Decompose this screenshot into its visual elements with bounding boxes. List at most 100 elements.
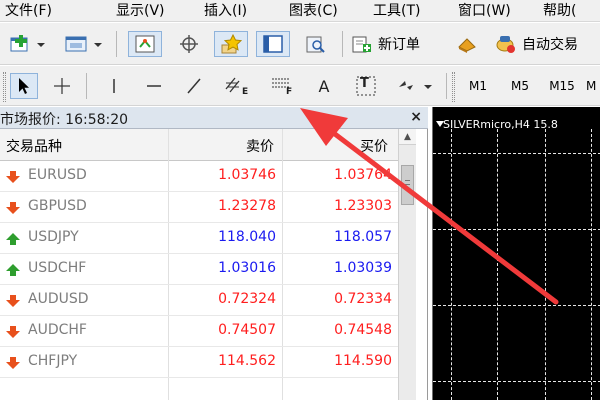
new-chart-icon [10,35,45,52]
price-up-arrow-icon [6,233,20,245]
price-down-arrow-icon [6,357,20,369]
navigator-button[interactable] [214,31,248,57]
timeframe-m15[interactable]: M15 [544,73,580,99]
symbol-name: AUDCHF [28,322,87,338]
column-header-bid[interactable]: 卖价 [246,136,274,156]
market-watch-button[interactable] [128,31,162,57]
horizontal-line-icon [147,85,161,87]
ask-price: 118.057 [334,229,392,245]
menu-bar: 文件(F) 显示(V) 插入(I) 图表(C) 工具(T) 窗口(W) 帮助( [0,0,600,22]
symbol-name: USDJPY [28,229,79,245]
data-window-button[interactable] [172,31,206,57]
cursor-arrow-icon [19,78,29,94]
chart-grid-line [591,129,592,400]
symbol-name: AUDUSD [28,291,89,307]
profiles-button[interactable] [62,31,106,57]
arrows-dropdown-button[interactable] [392,73,436,99]
bid-price: 1.03746 [218,167,276,183]
auto-trading-button[interactable]: 自动交易 [494,31,600,57]
crosshair-icon [54,78,70,94]
scroll-thumb[interactable] [401,165,414,205]
metaeditor-button[interactable] [452,31,482,57]
new-order-icon [352,36,371,53]
toolbar-separator [342,31,343,57]
bid-price: 1.03016 [218,260,276,276]
fibonacci-button[interactable]: F [266,73,296,99]
market-watch-icon [135,35,155,53]
cursor-tool-button[interactable] [10,73,38,99]
bid-price: 0.72324 [218,291,276,307]
column-header-ask[interactable]: 买价 [360,136,388,156]
chart-grid-line [433,305,600,306]
new-chart-button[interactable] [6,31,48,57]
crosshair-target-icon [180,35,198,53]
new-order-button[interactable]: 新订单 [350,31,440,57]
text-label-glyph: T [360,76,369,91]
chart-grid-line [451,129,452,400]
horizontal-line-button[interactable] [140,73,168,99]
strategy-tester-button[interactable] [298,31,332,57]
menu-file[interactable]: 文件(F) [5,1,52,21]
menu-window[interactable]: 窗口(W) [458,1,511,21]
profiles-icon [65,36,102,52]
menu-tools[interactable]: 工具(T) [373,1,420,21]
price-down-arrow-icon [6,202,20,214]
price-up-arrow-icon [6,264,20,276]
chart-window[interactable]: SILVERmicro,H4 15.8 [432,107,600,400]
column-header-symbol[interactable]: 交易品种 [6,136,62,156]
text-tool-button[interactable]: A [310,73,338,99]
menu-view[interactable]: 显示(V) [116,1,165,21]
toolbar-separator [446,73,447,99]
table-row[interactable]: CHFJPY 114.562 114.590 [0,347,398,378]
crosshair-tool-button[interactable] [48,73,76,99]
table-row[interactable]: AUDCHF 0.74507 0.74548 [0,316,398,347]
close-icon[interactable]: × [410,109,422,125]
menu-help[interactable]: 帮助( [543,1,576,21]
market-watch-header: 交易品种 卖价 买价 [0,129,398,161]
timeframe-m5[interactable]: M5 [502,73,538,99]
terminal-button[interactable] [256,31,290,57]
line-studies-toolbar: E F A T M1 M5 M15 M [0,66,600,106]
menu-insert[interactable]: 插入(I) [204,1,247,21]
auto-trading-label: 自动交易 [522,37,578,53]
market-watch-titlebar: 市场报价: 16:58:20 × [0,107,428,129]
bid-price: 0.74507 [218,322,276,338]
fibonacci-tool-suffix: F [286,87,293,97]
trendline-button[interactable] [180,73,208,99]
timeframe-m1[interactable]: M1 [460,73,496,99]
chart-grid-line [433,229,600,230]
table-row[interactable]: EURUSD 1.03746 1.03764 [0,161,398,192]
terminal-window-icon [263,35,283,53]
menu-charts[interactable]: 图表(C) [289,1,338,21]
chart-grid-line [433,153,600,154]
timeframe-m30[interactable]: M [586,73,600,99]
table-row[interactable]: USDJPY 118.040 118.057 [0,223,398,254]
toolbar-grip[interactable] [3,72,6,102]
market-watch-title: 市场报价: 16:58:20 [0,112,129,128]
navigator-star-icon [221,33,243,54]
toolbar-separator [86,73,87,99]
vertical-line-button[interactable] [100,73,128,99]
metaeditor-icon [458,38,476,53]
market-watch-scrollbar[interactable]: ▲ [398,129,416,400]
symbol-name: EURUSD [28,167,87,183]
toolbar-grip[interactable] [452,72,455,102]
table-row[interactable]: GBPUSD 1.23278 1.23303 [0,192,398,223]
chart-grid-line [497,129,498,400]
chart-grid-line [433,381,600,382]
ask-price: 1.23303 [334,198,392,214]
channel-tool-suffix: E [242,87,249,97]
symbol-name: GBPUSD [28,198,87,214]
price-down-arrow-icon [6,295,20,307]
chart-title: SILVERmicro,H4 15.8 [443,118,558,131]
bid-price: 1.23278 [218,198,276,214]
ask-price: 0.74548 [334,322,392,338]
market-watch-panel: 市场报价: 16:58:20 × 交易品种 卖价 买价 EURUSD 1.0374… [0,107,428,400]
equidistant-channel-button[interactable]: E [220,73,250,99]
scroll-up-arrow-icon[interactable]: ▲ [399,129,416,145]
symbol-name: CHFJPY [28,353,78,369]
table-row[interactable]: USDCHF 1.03016 1.03039 [0,254,398,285]
table-row[interactable]: AUDUSD 0.72324 0.72334 [0,285,398,316]
standard-toolbar: 新订单 自动交易 [0,23,600,65]
text-label-button[interactable]: T [352,73,380,99]
